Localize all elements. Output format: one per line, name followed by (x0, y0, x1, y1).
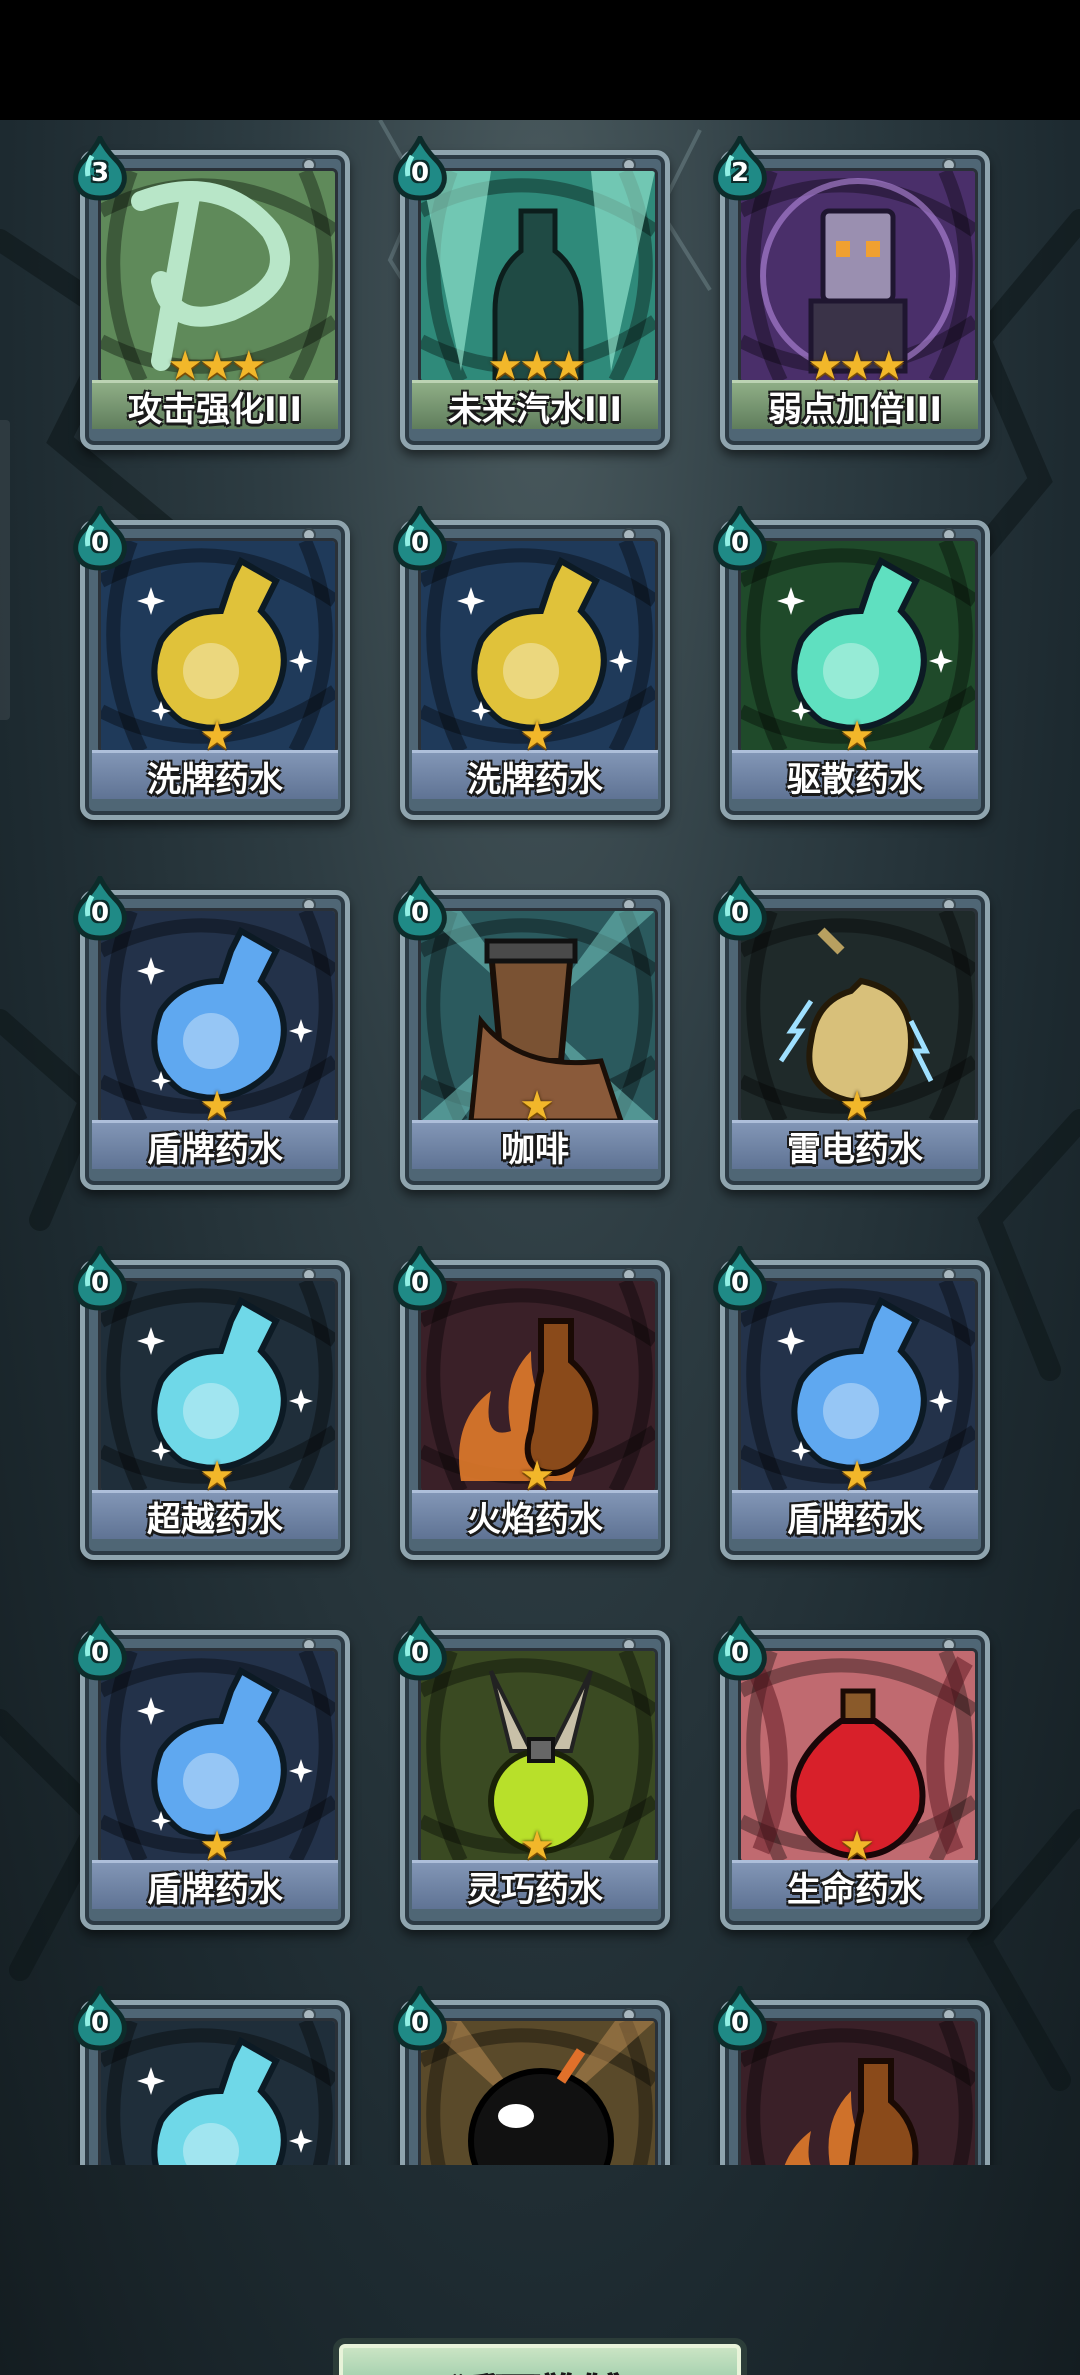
card-star-rating: ★ (199, 1083, 235, 1129)
card-item[interactable]: 火焰药水 ★ 0 (393, 1242, 670, 1560)
card-star-rating: ★ (839, 713, 875, 759)
energy-cost-icon: 0 (72, 1982, 128, 2052)
energy-cost-value: 0 (90, 528, 110, 558)
card-star-rating: ★ (519, 1083, 555, 1129)
energy-cost-value: 0 (410, 158, 430, 188)
energy-cost-icon: 0 (392, 132, 448, 202)
card-star-rating: ★ (199, 1823, 235, 1869)
energy-cost-value: 3 (90, 158, 110, 188)
energy-cost-value: 0 (410, 1268, 430, 1298)
energy-cost-value: 0 (90, 2008, 110, 2038)
card-star-rating: ★ (199, 713, 235, 759)
card-star-rating: ★★★ (487, 343, 587, 389)
card-star-rating: ★ (839, 1083, 875, 1129)
energy-cost-icon: 0 (72, 502, 128, 572)
energy-cost-value: 0 (730, 1638, 750, 1668)
energy-cost-icon: 2 (712, 132, 768, 202)
card-star-rating: ★★★ (167, 343, 267, 389)
card-star-rating: ★ (519, 1453, 555, 1499)
card-star-rating: ★ (519, 713, 555, 759)
game-background: 攻击强化III ★★★ 3 未来汽水III ★★★ 0 弱点加倍III ★★★ … (0, 120, 1080, 2375)
energy-cost-value: 0 (410, 1638, 430, 1668)
card-item[interactable]: 洗牌药水 ★ 0 (393, 502, 670, 820)
return-to-inn-label: 返回旅馆 (452, 2362, 628, 2375)
card-item[interactable]: 灵巧药水 ★ 0 (393, 1612, 670, 1930)
energy-cost-icon: 0 (712, 1612, 768, 1682)
energy-cost-value: 0 (730, 2008, 750, 2038)
energy-cost-icon: 0 (392, 1982, 448, 2052)
energy-cost-icon: 0 (392, 1612, 448, 1682)
energy-cost-value: 2 (730, 158, 750, 188)
card-item[interactable]: 0 (713, 1982, 990, 2165)
energy-cost-value: 0 (90, 1268, 110, 1298)
energy-cost-value: 0 (90, 1638, 110, 1668)
energy-cost-icon: 0 (712, 1982, 768, 2052)
card-star-rating: ★ (839, 1823, 875, 1869)
energy-cost-icon: 3 (72, 132, 128, 202)
energy-cost-icon: 0 (392, 502, 448, 572)
energy-cost-icon: 0 (712, 1242, 768, 1312)
card-grid[interactable]: 攻击强化III ★★★ 3 未来汽水III ★★★ 0 弱点加倍III ★★★ … (0, 120, 1080, 2165)
energy-cost-icon: 0 (72, 872, 128, 942)
energy-cost-value: 0 (730, 528, 750, 558)
energy-cost-icon: 0 (712, 502, 768, 572)
bomb-art (418, 2018, 658, 2165)
card-item[interactable]: 攻击强化III ★★★ 3 (73, 132, 350, 450)
card-item[interactable]: 0 (73, 1982, 350, 2165)
energy-cost-icon: 0 (72, 1242, 128, 1312)
card-item[interactable]: 弱点加倍III ★★★ 2 (713, 132, 990, 450)
status-bar-area (0, 0, 1080, 120)
energy-cost-icon: 0 (392, 1242, 448, 1312)
card-star-rating: ★★★ (807, 343, 907, 389)
transcend-potion-art (98, 2018, 338, 2165)
energy-cost-value: 0 (410, 2008, 430, 2038)
card-item[interactable]: 未来汽水III ★★★ 0 (393, 132, 670, 450)
fire-potion-art (738, 2018, 978, 2165)
card-item[interactable]: 盾牌药水 ★ 0 (73, 872, 350, 1190)
energy-cost-icon: 0 (712, 872, 768, 942)
card-item[interactable]: 盾牌药水 ★ 0 (73, 1612, 350, 1930)
card-star-rating: ★ (519, 1823, 555, 1869)
card-item[interactable]: 0 (393, 1982, 670, 2165)
energy-cost-icon: 0 (392, 872, 448, 942)
energy-cost-icon: 0 (72, 1612, 128, 1682)
card-item[interactable]: 咖啡 ★ 0 (393, 872, 670, 1190)
energy-cost-value: 0 (730, 1268, 750, 1298)
card-item[interactable]: 驱散药水 ★ 0 (713, 502, 990, 820)
card-item[interactable]: 雷电药水 ★ 0 (713, 872, 990, 1190)
card-item[interactable]: 生命药水 ★ 0 (713, 1612, 990, 1930)
energy-cost-value: 0 (410, 528, 430, 558)
card-item[interactable]: 盾牌药水 ★ 0 (713, 1242, 990, 1560)
energy-cost-value: 0 (90, 898, 110, 928)
card-star-rating: ★ (199, 1453, 235, 1499)
energy-cost-value: 0 (730, 898, 750, 928)
return-to-inn-button[interactable]: 返回旅馆 (333, 2338, 747, 2375)
card-item[interactable]: 洗牌药水 ★ 0 (73, 502, 350, 820)
card-star-rating: ★ (839, 1453, 875, 1499)
card-item[interactable]: 超越药水 ★ 0 (73, 1242, 350, 1560)
energy-cost-value: 0 (410, 898, 430, 928)
